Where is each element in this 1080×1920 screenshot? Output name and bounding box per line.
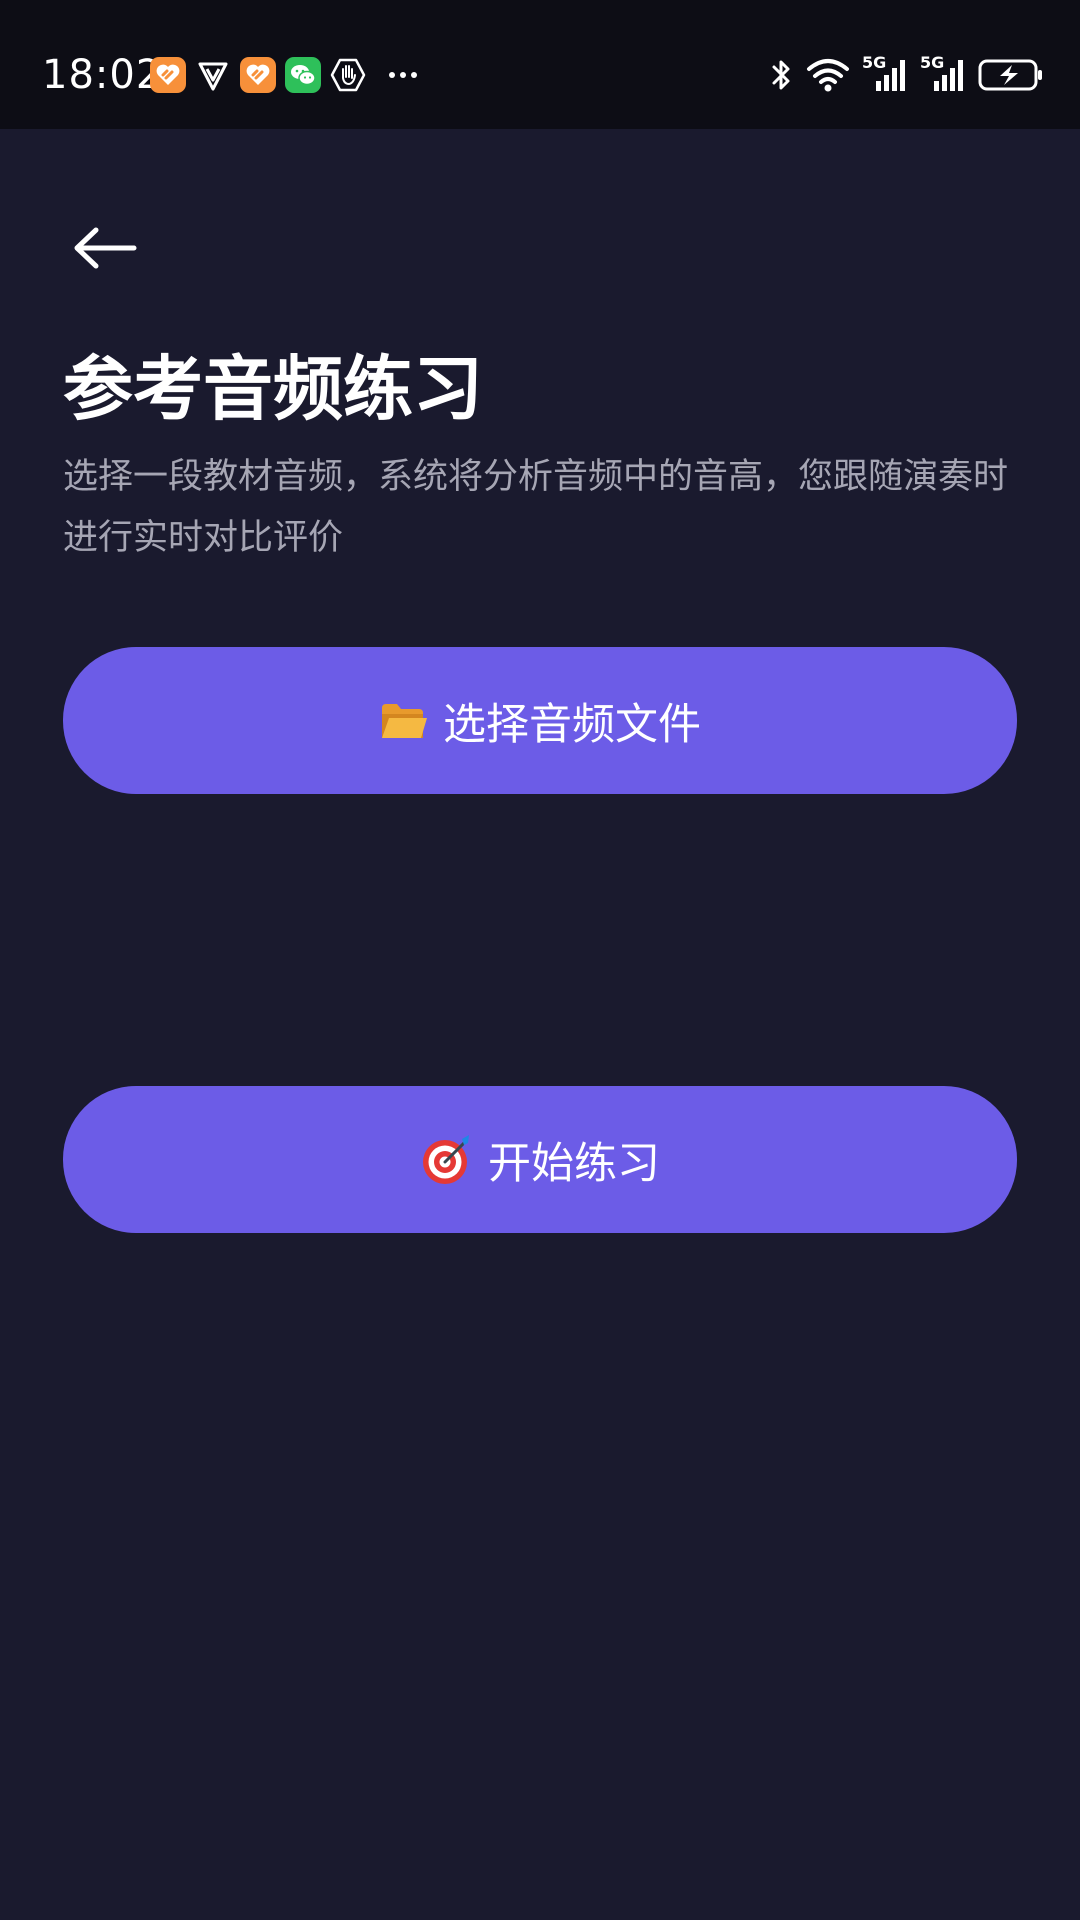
arrow-left-icon: [74, 227, 137, 269]
signal-5g-icon: 5G: [862, 53, 908, 93]
network-type-label: 5G: [920, 53, 945, 72]
more-notifications-icon: [389, 72, 422, 78]
bluetooth-icon: [768, 57, 794, 93]
target-icon: [420, 1133, 474, 1187]
start-practice-button[interactable]: 开始练习: [63, 1086, 1017, 1233]
open-folder-icon: [379, 700, 429, 742]
select-audio-file-button[interactable]: 选择音频文件: [63, 647, 1017, 794]
start-practice-label: 开始练习: [488, 1138, 660, 1189]
select-audio-file-label: 选择音频文件: [443, 699, 701, 750]
status-bar: 18:02 5G 5G: [0, 0, 1080, 129]
signal-5g-icon: 5G: [920, 53, 966, 93]
page-title: 参考音频练习: [63, 348, 483, 430]
wechat-icon: [285, 57, 321, 93]
battery-charging-icon: [978, 57, 1044, 93]
wifi-icon: [806, 57, 850, 93]
huawei-health-icon: [240, 57, 276, 93]
status-time: 18:02: [42, 52, 163, 98]
page-subtitle: 选择一段教材音频，系统将分析音频中的音高，您跟随演奏时进行实时对比评价: [63, 457, 1009, 558]
huawei-health-icon: [150, 57, 186, 93]
notification-icons: [150, 56, 422, 94]
network-type-label: 5G: [862, 53, 887, 72]
shield-v-icon: [195, 57, 231, 93]
back-button[interactable]: [72, 212, 156, 284]
hand-icon: [330, 57, 366, 93]
system-status-icons: 5G 5G: [756, 52, 1044, 98]
